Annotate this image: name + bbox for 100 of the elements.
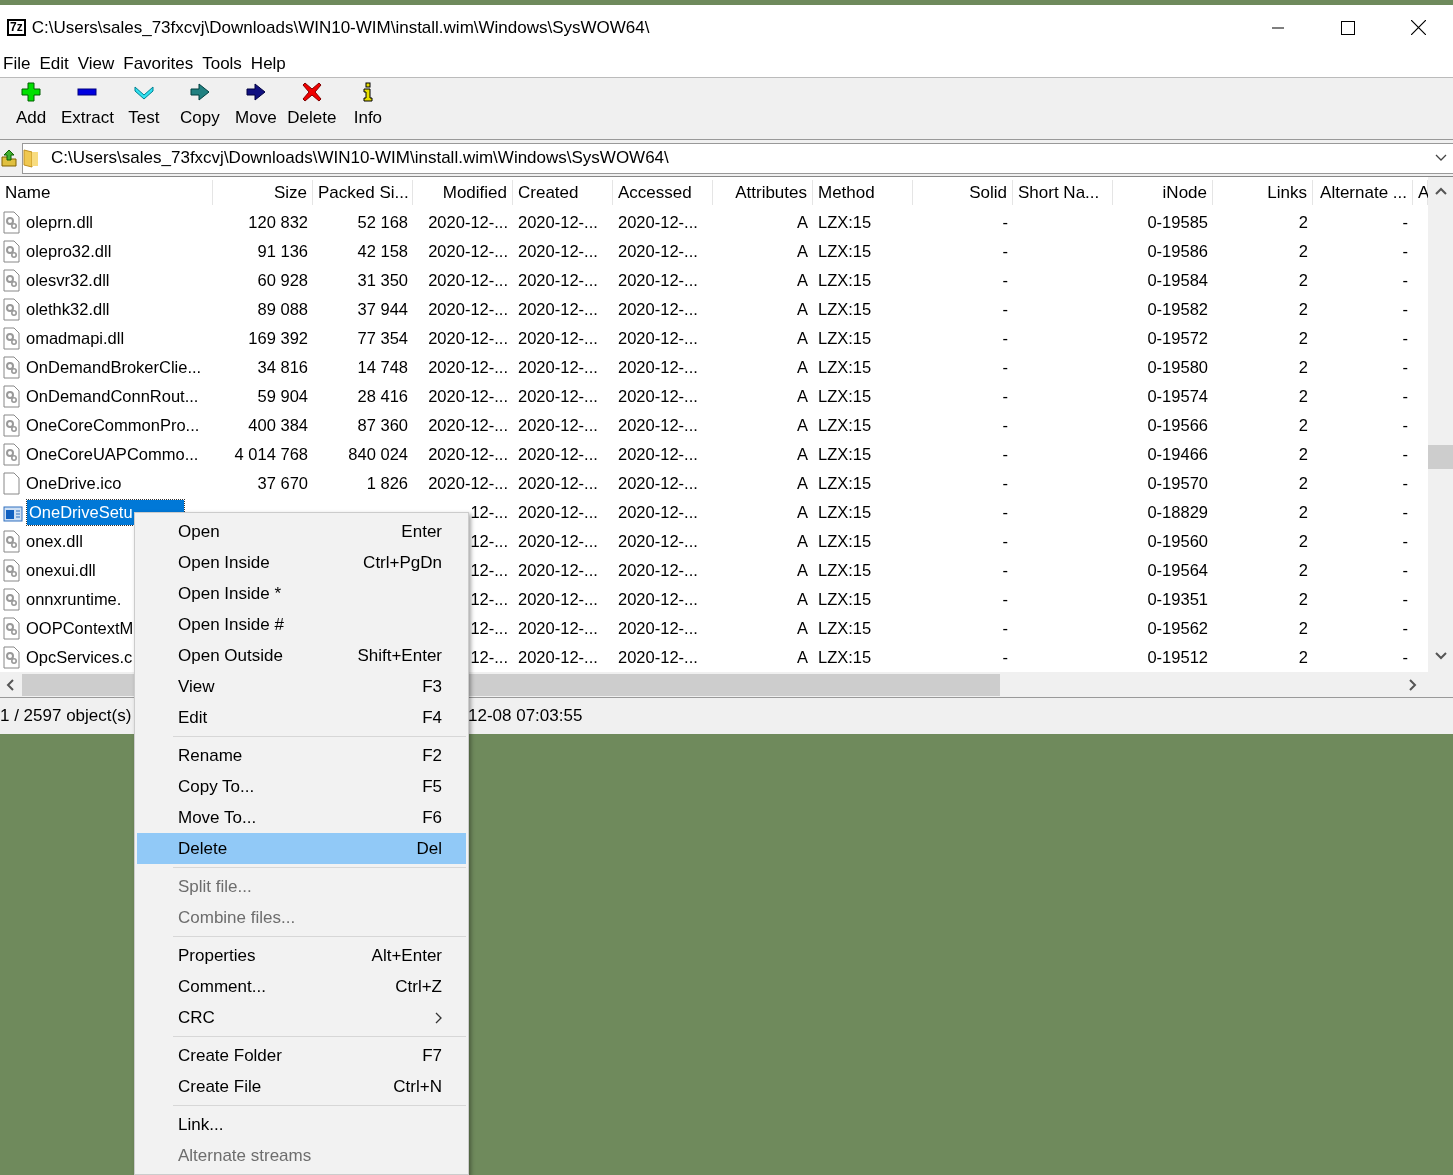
table-cell-text: 2020-12-... (427, 328, 509, 350)
menu-item[interactable]: Link... (137, 1109, 466, 1140)
file-name[interactable]: OnDemandConnRout... (24, 384, 201, 409)
menu-item[interactable]: Create Folder F7 (137, 1040, 466, 1071)
scroll-left-icon[interactable] (6, 678, 14, 691)
menu-item[interactable]: File (0, 50, 37, 77)
menu-item[interactable]: Help (247, 50, 292, 77)
table-cell-text: 2020-12-... (517, 560, 599, 582)
table-cell-text: - (1001, 589, 1009, 611)
table-cell-text: 0-19564 (1146, 560, 1209, 582)
menu-item[interactable]: Copy To... F5 (137, 771, 466, 802)
column-header[interactable]: Solid (913, 179, 1013, 206)
file-name[interactable]: OOPContextM (24, 616, 136, 641)
menu-item[interactable]: Open Inside # (137, 609, 466, 640)
file-name[interactable]: oleprn.dll (24, 210, 95, 235)
table-cell-text: A (796, 618, 809, 640)
toolbar-button[interactable]: Extract (59, 80, 116, 130)
toolbar-button[interactable]: Info (339, 80, 396, 130)
column-header[interactable]: Short Na... (1013, 179, 1113, 206)
column-header[interactable]: Created (513, 179, 613, 206)
file-name[interactable]: OneCoreUAPCommo... (24, 442, 201, 467)
library-file-icon (3, 443, 20, 466)
file-name[interactable]: omadmapi.dll (24, 326, 127, 351)
table-cell-text: LZX:15 (817, 415, 873, 437)
menu-item[interactable]: Rename F2 (137, 740, 466, 771)
menu-item[interactable]: Favorites (120, 50, 200, 77)
scrollbar-thumb[interactable] (1428, 445, 1453, 469)
table-cell-text: 0-19562 (1146, 618, 1209, 640)
library-file-icon (3, 269, 20, 292)
address-field[interactable]: C:\Users\sales_73fxcvj\Downloads\WIN10-WIM\install.wim\Windows\SysWOW64\ (22, 142, 1453, 174)
table-cell-text: 2020-12-... (517, 328, 599, 350)
menu-item[interactable]: Edit F4 (137, 702, 466, 733)
file-name[interactable]: olethk32.dll (24, 297, 112, 322)
column-header[interactable]: Size (213, 179, 313, 206)
table-cell-text: 2020-12-... (427, 212, 509, 234)
toolbar-button[interactable]: Test (115, 80, 172, 130)
scroll-up-icon[interactable] (1434, 187, 1447, 195)
file-name[interactable]: OnDemandBrokerClie... (24, 355, 204, 380)
file-name[interactable]: onnxruntime. (24, 587, 124, 612)
menu-item[interactable]: Properties Alt+Enter (137, 940, 466, 971)
file-name[interactable]: onex.dll (24, 529, 85, 554)
menu-item[interactable]: Tools (199, 50, 248, 77)
column-header[interactable]: Links (1213, 179, 1313, 206)
folder-up-icon[interactable] (0, 149, 18, 167)
table-cell-text: - (1401, 415, 1409, 437)
column-header[interactable]: iNode (1113, 179, 1213, 206)
column-header[interactable]: Attributes (713, 179, 813, 206)
table-cell-text: 840 024 (347, 444, 409, 466)
table-cell-text: 34 816 (256, 357, 309, 379)
menu-item[interactable]: CRC (137, 1002, 466, 1033)
table-cell-text: 2020-12-... (517, 270, 599, 292)
table-cell-text: - (1401, 647, 1409, 669)
column-header[interactable]: Modified (413, 179, 513, 206)
scroll-right-icon[interactable] (1409, 678, 1417, 691)
table-cell-text: 0-19560 (1146, 531, 1209, 553)
menu-item[interactable]: Open Inside Ctrl+PgDn (137, 547, 466, 578)
column-header[interactable]: Packed Si... (313, 179, 413, 206)
column-header[interactable]: Name (0, 179, 213, 206)
dropdown-icon[interactable] (1435, 154, 1447, 162)
file-name[interactable]: OpcServices.c (24, 645, 135, 670)
table-cell-text: 2020-12-... (517, 473, 599, 495)
file-name[interactable]: OneDrive.ico (24, 471, 124, 496)
scroll-down-icon[interactable] (1434, 652, 1447, 660)
column-header[interactable]: Accessed (613, 179, 713, 206)
table-cell-text: 2 (1297, 386, 1309, 408)
file-name[interactable]: olesvr32.dll (24, 268, 112, 293)
table-cell-text: 2020-12-... (517, 357, 599, 379)
column-header[interactable]: Alternate ... (1313, 179, 1413, 206)
library-file-icon (3, 298, 20, 321)
toolbar-button[interactable]: Move (227, 80, 284, 130)
menu-item[interactable]: Delete Del (137, 833, 466, 864)
menu-item[interactable]: View (74, 50, 121, 77)
menu-item[interactable]: Move To... F6 (137, 802, 466, 833)
table-cell-text: LZX:15 (817, 444, 873, 466)
table-cell-text: 2020-12-... (427, 444, 509, 466)
table-cell-text: 2020-12-... (617, 328, 699, 350)
toolbar-button[interactable]: Copy (171, 80, 228, 130)
file-name[interactable]: onexui.dll (24, 558, 98, 583)
arrow-icon (245, 82, 266, 102)
arrow-icon (189, 82, 210, 102)
table-cell-text: - (1401, 444, 1409, 466)
toolbar-button[interactable]: Add (3, 80, 59, 130)
menu-item[interactable]: Open Inside * (137, 578, 466, 609)
library-file-icon (3, 414, 20, 437)
table-cell-text: A (796, 415, 809, 437)
table-cell-text: A (796, 589, 809, 611)
menu-item[interactable]: View F3 (137, 671, 466, 702)
menu-item[interactable]: Edit (36, 50, 75, 77)
menu-item[interactable]: Open Outside Shift+Enter (137, 640, 466, 671)
toolbar-button[interactable]: Delete (283, 80, 340, 130)
table-cell-text: - (1401, 270, 1409, 292)
menu-item[interactable]: Comment... Ctrl+Z (137, 971, 466, 1002)
menu-item[interactable]: Create File Ctrl+N (137, 1071, 466, 1102)
file-name[interactable]: olepro32.dll (24, 239, 114, 264)
table-cell-text: LZX:15 (817, 328, 873, 350)
table-cell-text: A (796, 560, 809, 582)
table-cell-text: 28 416 (356, 386, 409, 408)
column-header[interactable]: Method (813, 179, 913, 206)
table-cell-text: - (1001, 473, 1009, 495)
file-name[interactable]: OneCoreCommonPro... (24, 413, 202, 438)
